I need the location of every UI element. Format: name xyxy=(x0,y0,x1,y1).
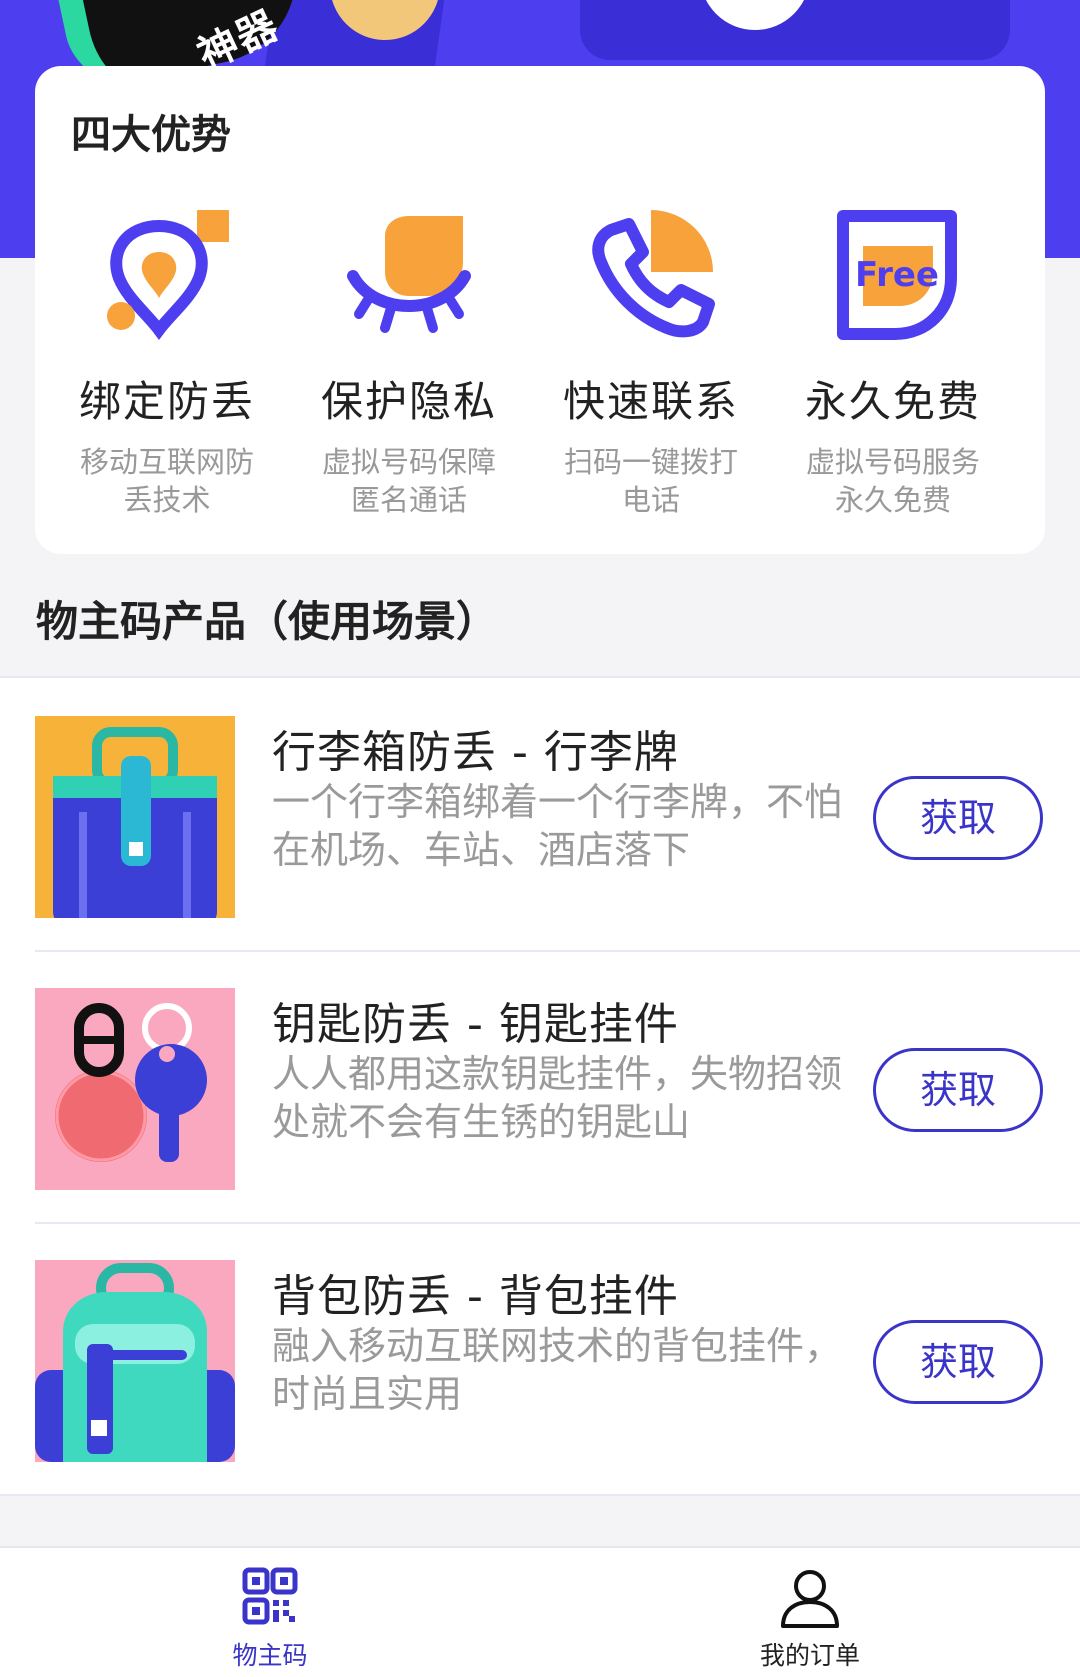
advantage-desc: 扫码一键拨打电话 xyxy=(563,445,738,517)
free-icon-text: Free xyxy=(855,255,939,295)
product-desc: 融入移动互联网技术的背包挂件，时尚且实用 xyxy=(272,1324,843,1416)
nav-item-owner-code[interactable]: 物主码 xyxy=(160,1566,380,1672)
product-desc: 人人都用这款钥匙挂件，失物招领处就不会有生锈的钥匙山 xyxy=(272,1052,843,1144)
advantage-name: 绑定防丢 xyxy=(78,377,255,426)
advantages-card: 四大优势 绑定防丢 移动互联网防丢技术 保护隐私 虚拟号码保障匿名通话 快速联系… xyxy=(35,66,1045,554)
product-name: 行李箱防丢 - 行李牌 xyxy=(272,727,679,778)
product-item[interactable]: 行李箱防丢 - 行李牌 一个行李箱绑着一个行李牌，不怕在机场、车站、酒店落下 获… xyxy=(0,678,1080,950)
advantage-desc: 虚拟号码服务永久免费 xyxy=(805,445,980,517)
product-name: 钥匙防丢 - 钥匙挂件 xyxy=(272,999,679,1050)
get-button[interactable]: 获取 xyxy=(873,1048,1043,1132)
get-button[interactable]: 获取 xyxy=(873,1320,1043,1404)
product-list: 行李箱防丢 - 行李牌 一个行李箱绑着一个行李牌，不怕在机场、车站、酒店落下 获… xyxy=(0,676,1080,1496)
nav-label: 我的订单 xyxy=(759,1641,860,1670)
section-title: 物主码产品（使用场景） xyxy=(36,597,499,646)
advantage-item: 保护隐私 虚拟号码保障匿名通话 xyxy=(289,206,529,519)
luggage-tag-image[interactable] xyxy=(35,716,235,918)
qr-code-icon xyxy=(242,1567,298,1625)
key-pendant-image[interactable] xyxy=(35,988,235,1190)
advantage-desc: 虚拟号码保障匿名通话 xyxy=(321,445,496,517)
product-desc: 一个行李箱绑着一个行李牌，不怕在机场、车站、酒店落下 xyxy=(272,780,843,872)
advantage-item: 绑定防丢 移动互联网防丢技术 xyxy=(47,206,287,519)
get-button[interactable]: 获取 xyxy=(873,776,1043,860)
nav-label: 物主码 xyxy=(232,1641,308,1670)
product-item[interactable]: 钥匙防丢 - 钥匙挂件 人人都用这款钥匙挂件，失物招领处就不会有生锈的钥匙山 获… xyxy=(0,950,1080,1222)
advantage-desc: 移动互联网防丢技术 xyxy=(79,445,254,517)
location-pin-icon xyxy=(107,210,229,340)
advantages-title: 四大优势 xyxy=(71,112,231,158)
product-item[interactable]: 背包防丢 - 背包挂件 融入移动互联网技术的背包挂件，时尚且实用 获取 xyxy=(0,1222,1080,1494)
user-icon xyxy=(781,1570,839,1628)
phone-icon xyxy=(592,210,715,338)
nav-item-my-orders[interactable]: 我的订单 xyxy=(700,1566,920,1672)
advantage-item: 快速联系 扫码一键拨打电话 xyxy=(531,206,771,519)
page: 神器 四大优势 绑定防丢 移动互联网防丢技术 保护隐私 虚拟号码保障匿名通话 快… xyxy=(0,0,1080,1677)
free-icon: Free xyxy=(837,210,957,340)
backpack-pendant-image[interactable] xyxy=(35,1260,235,1462)
advantage-name: 保护隐私 xyxy=(320,377,497,426)
bottom-nav: 物主码 我的订单 xyxy=(0,1546,1080,1677)
advantage-name: 永久免费 xyxy=(804,377,981,426)
advantage-item: Free 永久免费 虚拟号码服务永久免费 xyxy=(773,206,1013,519)
product-name: 背包防丢 - 背包挂件 xyxy=(272,1271,679,1322)
advantage-name: 快速联系 xyxy=(562,377,739,426)
eye-privacy-icon xyxy=(347,216,471,333)
